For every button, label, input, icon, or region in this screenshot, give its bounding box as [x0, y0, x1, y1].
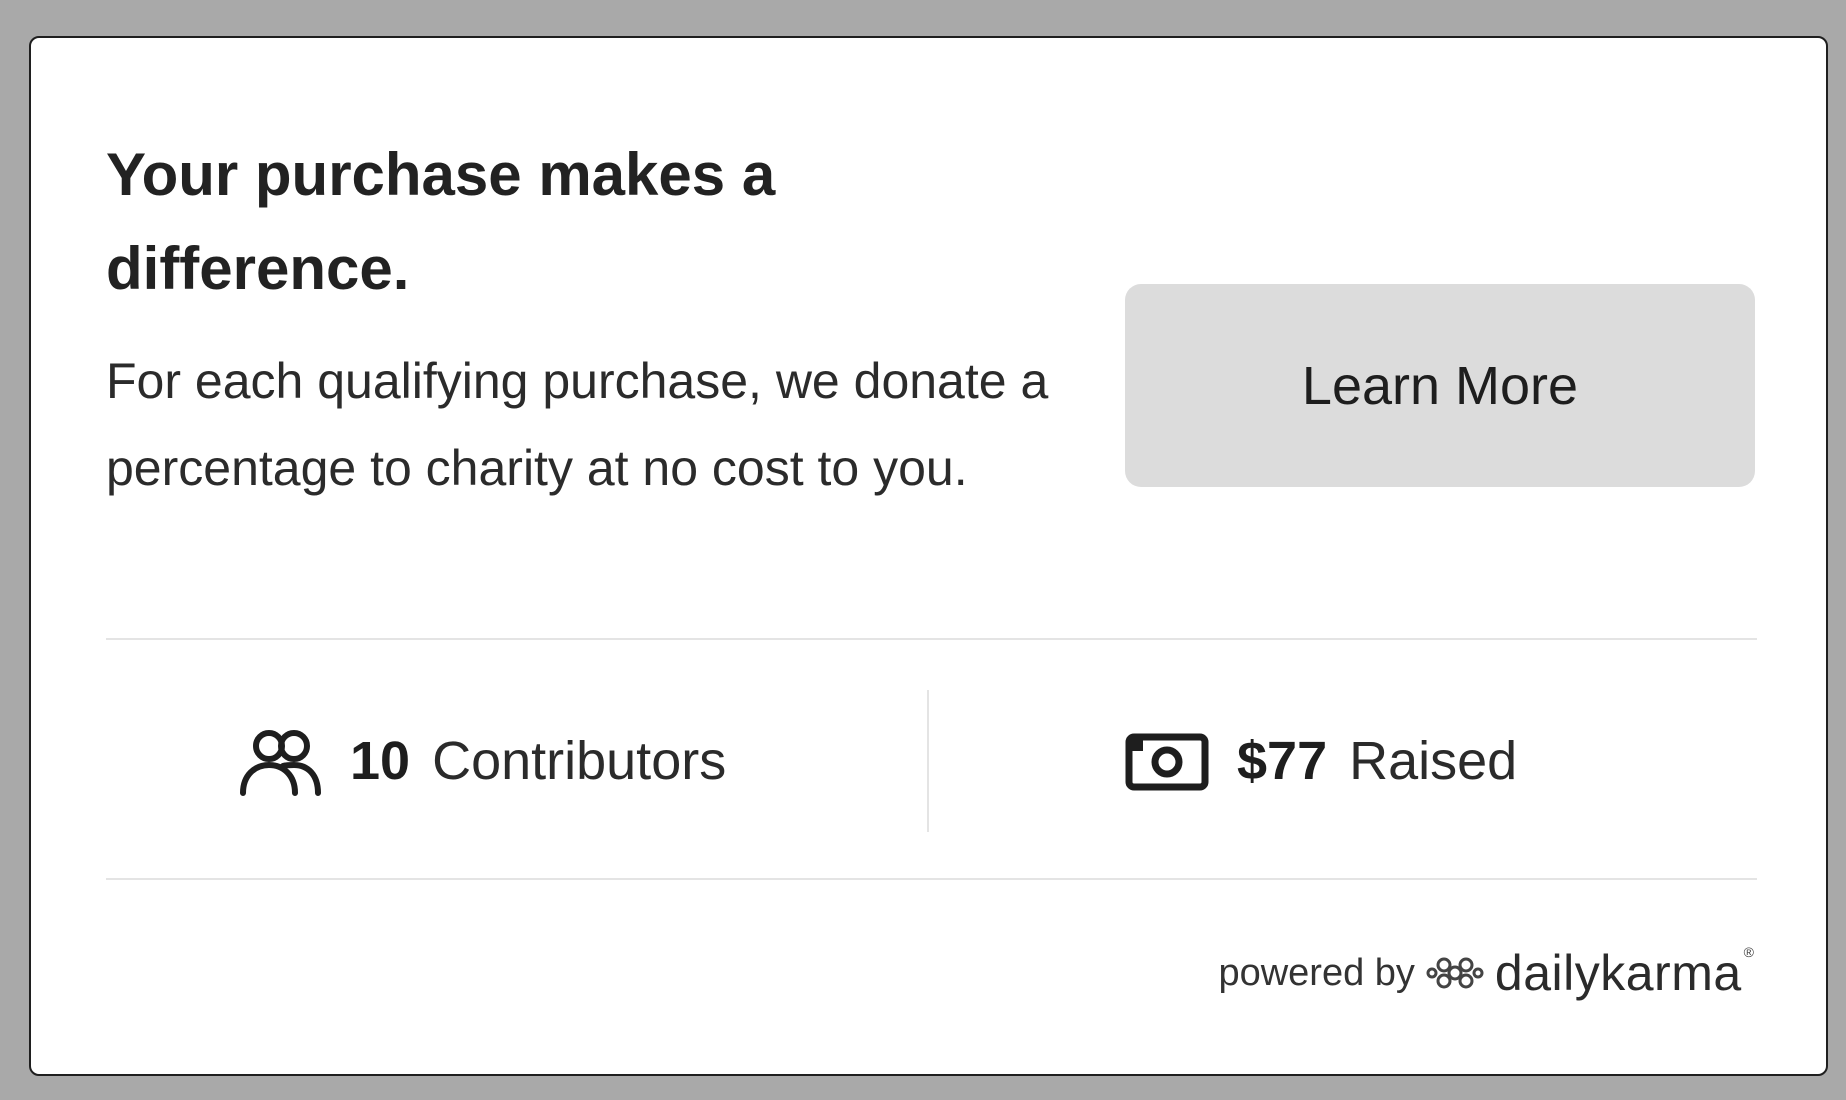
powered-by-text: powered by — [1218, 951, 1415, 994]
headline: Your purchase makes a difference. — [106, 141, 776, 302]
charity-widget-card: Your purchase makes a difference. For ea… — [29, 36, 1828, 1076]
bottom-divider — [106, 878, 1757, 880]
learn-more-button[interactable]: Learn More — [1125, 284, 1755, 487]
raised-stat: $77 Raised — [1125, 721, 1517, 801]
contributors-label: Contributors — [432, 731, 727, 791]
top-divider — [106, 638, 1757, 640]
powered-by-dailykarma[interactable]: powered by dailykarma ® — [1218, 944, 1754, 1002]
people-icon — [238, 725, 322, 797]
contributors-count: 10 — [350, 731, 411, 791]
money-icon — [1125, 725, 1209, 797]
raised-amount: $77 — [1237, 731, 1328, 791]
dailykarma-brand: dailykarma — [1494, 945, 1742, 1001]
description: For each qualifying purchase, we donate … — [106, 353, 1049, 496]
contributors-stat: 10 Contributors — [238, 721, 726, 801]
dailykarma-logo-icon — [1425, 951, 1485, 995]
raised-label: Raised — [1349, 731, 1518, 791]
stats-vertical-divider — [927, 690, 929, 832]
registered-mark: ® — [1743, 944, 1754, 960]
